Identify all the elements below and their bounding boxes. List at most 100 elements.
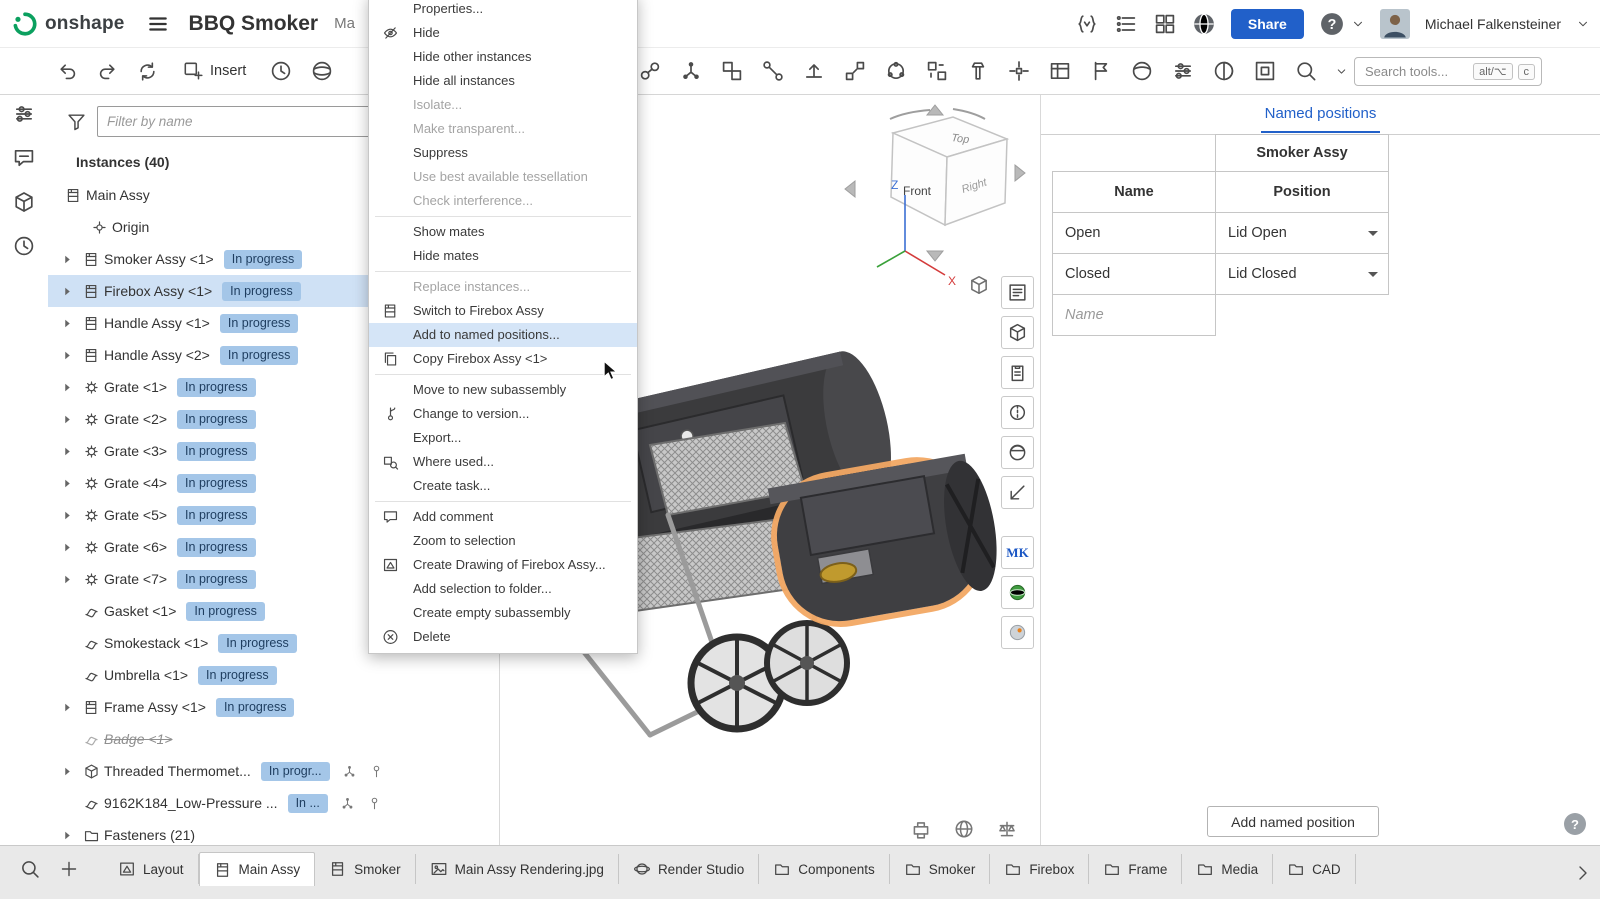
menu-item-change-to-version[interactable]: Change to version... — [369, 402, 637, 426]
menu-item-create-drawing-of-firebox-assy[interactable]: Create Drawing of Firebox Assy... — [369, 553, 637, 577]
instance-row-badge-1[interactable]: Badge <1> — [48, 723, 499, 755]
menu-item-add-selection-to-folder[interactable]: Add selection to folder... — [369, 577, 637, 601]
mate-connector-icon[interactable] — [679, 59, 703, 83]
menu-item-check-interference[interactable]: Check interference... — [369, 189, 637, 213]
tab-layout[interactable]: Layout — [104, 854, 199, 884]
panel-help-icon[interactable]: ? — [1564, 813, 1586, 835]
tab-cad-10[interactable]: CAD — [1273, 854, 1356, 884]
menu-item-replace-instances[interactable]: Replace instances... — [369, 275, 637, 299]
flyout-panel-list-button[interactable] — [1001, 276, 1034, 309]
expand-chevron-icon[interactable] — [55, 412, 80, 427]
menu-item-suppress[interactable]: Suppress — [369, 141, 637, 165]
tab-frame-8[interactable]: Frame — [1089, 854, 1182, 884]
material-sphere-icon[interactable] — [310, 59, 334, 83]
tabs-scroll-right-icon[interactable] — [1572, 862, 1594, 884]
frame-icon[interactable] — [1253, 59, 1277, 83]
flyout-section-button[interactable] — [1001, 396, 1034, 429]
featurescript-code-icon[interactable] — [1075, 12, 1099, 36]
earth-icon[interactable] — [953, 818, 975, 840]
outline-list-icon[interactable] — [1114, 12, 1138, 36]
group-icon[interactable] — [720, 59, 744, 83]
expand-chevron-icon[interactable] — [55, 828, 80, 843]
menu-item-switch-to-firebox-assy[interactable]: Switch to Firebox Assy — [369, 299, 637, 323]
position-name-cell[interactable]: Open — [1052, 212, 1216, 254]
instance-row-frame-assy-1[interactable]: Frame Assy <1>In progress — [48, 691, 499, 723]
expand-chevron-icon[interactable] — [55, 764, 80, 779]
flyout-app-mk-button[interactable]: MK — [1001, 536, 1034, 569]
expand-chevron-icon[interactable] — [55, 540, 80, 555]
position-select-dropdown[interactable]: Lid Open — [1215, 212, 1389, 254]
filter-funnel-icon[interactable] — [66, 111, 87, 132]
named-positions-icon[interactable] — [1089, 59, 1113, 83]
menu-item-hide-mates[interactable]: Hide mates — [369, 244, 637, 268]
tab-smoker[interactable]: Smoker — [315, 854, 416, 884]
menu-item-hide-all-instances[interactable]: Hide all instances — [369, 69, 637, 93]
tab-smoker-6[interactable]: Smoker — [890, 854, 991, 884]
circular-pattern-icon[interactable] — [884, 59, 908, 83]
menu-item-move-to-new-subassembly[interactable]: Move to new subassembly — [369, 378, 637, 402]
menu-item-create-empty-subassembly[interactable]: Create empty subassembly — [369, 601, 637, 625]
globe-icon[interactable] — [1192, 12, 1216, 36]
apps-grid-icon[interactable] — [1153, 12, 1177, 36]
view-cube[interactable]: Top Front Right Z X — [835, 103, 1035, 293]
tab-main-assy[interactable]: Main Assy — [199, 852, 316, 886]
linear-pattern-icon[interactable] — [843, 59, 867, 83]
menu-item-export[interactable]: Export... — [369, 426, 637, 450]
position-name-cell[interactable]: Closed — [1052, 253, 1216, 295]
menu-item-use-best-available-tessellation[interactable]: Use best available tessellation — [369, 165, 637, 189]
user-name[interactable]: Michael Falkensteiner — [1425, 16, 1561, 32]
mate-icon[interactable] — [638, 59, 662, 83]
expand-chevron-icon[interactable] — [55, 252, 80, 267]
menu-item-zoom-to-selection[interactable]: Zoom to selection — [369, 529, 637, 553]
undo-icon[interactable] — [56, 60, 79, 83]
new-position-name-cell[interactable] — [1052, 294, 1216, 336]
expand-chevron-icon[interactable] — [55, 508, 80, 523]
replicate-icon[interactable] — [925, 59, 949, 83]
expand-chevron-icon[interactable] — [55, 444, 80, 459]
rail-history-icon[interactable] — [12, 234, 36, 258]
named-positions-title[interactable]: Named positions — [1041, 95, 1600, 135]
plotter-icon[interactable] — [910, 818, 932, 840]
wheel-right[interactable] — [767, 623, 847, 703]
configurations-icon[interactable] — [1171, 59, 1195, 83]
bom-icon[interactable] — [1048, 59, 1072, 83]
flyout-appearance-color-button[interactable] — [1001, 436, 1034, 469]
tab-components-5[interactable]: Components — [759, 854, 890, 884]
help-caret-icon[interactable] — [1351, 17, 1365, 31]
rail-parts-icon[interactable] — [12, 190, 36, 214]
expand-chevron-icon[interactable] — [55, 348, 80, 363]
flyout-clipboard-button[interactable] — [1001, 356, 1034, 389]
flyout-part-button[interactable] — [1001, 316, 1034, 349]
add-named-position-button[interactable]: Add named position — [1207, 806, 1379, 837]
search-tools-box[interactable]: Search tools... alt/⌥ c — [1354, 57, 1542, 86]
menu-item-add-comment[interactable]: Add comment — [369, 505, 637, 529]
measure-caret-icon[interactable] — [1335, 65, 1348, 78]
snap-mode-icon[interactable] — [802, 59, 826, 83]
instance-row-fasteners-21[interactable]: Fasteners (21) — [48, 819, 499, 845]
menu-item-where-used[interactable]: Where used... — [369, 450, 637, 474]
display-states-icon[interactable] — [1212, 59, 1236, 83]
insert-button[interactable]: Insert — [176, 56, 252, 86]
tab-media-9[interactable]: Media — [1182, 854, 1273, 884]
position-select-dropdown[interactable]: Lid Closed — [1215, 253, 1389, 295]
menu-item-add-to-named-positions[interactable]: Add to named positions... — [369, 323, 637, 347]
menu-item-isolate[interactable]: Isolate... — [369, 93, 637, 117]
help-icon[interactable]: ? — [1319, 11, 1345, 37]
exploded-view-icon[interactable] — [1007, 59, 1031, 83]
appearance-icon[interactable] — [1130, 59, 1154, 83]
new-tab-button[interactable] — [58, 858, 80, 880]
tab-render-studio[interactable]: Render Studio — [619, 854, 759, 884]
tab-firebox-7[interactable]: Firebox — [990, 854, 1089, 884]
expand-chevron-icon[interactable] — [55, 700, 80, 715]
standard-content-icon[interactable] — [966, 59, 990, 83]
user-avatar[interactable] — [1380, 9, 1410, 39]
hamburger-menu-icon[interactable] — [147, 13, 169, 35]
menu-item-show-mates[interactable]: Show mates — [369, 220, 637, 244]
menu-item-make-transparent[interactable]: Make transparent... — [369, 117, 637, 141]
view-options-cube-icon[interactable] — [968, 274, 990, 296]
expand-chevron-icon[interactable] — [55, 316, 80, 331]
expand-chevron-icon[interactable] — [55, 572, 80, 587]
expand-chevron-icon[interactable] — [55, 476, 80, 491]
share-button[interactable]: Share — [1231, 9, 1304, 39]
flyout-app-green-button[interactable] — [1001, 576, 1034, 609]
